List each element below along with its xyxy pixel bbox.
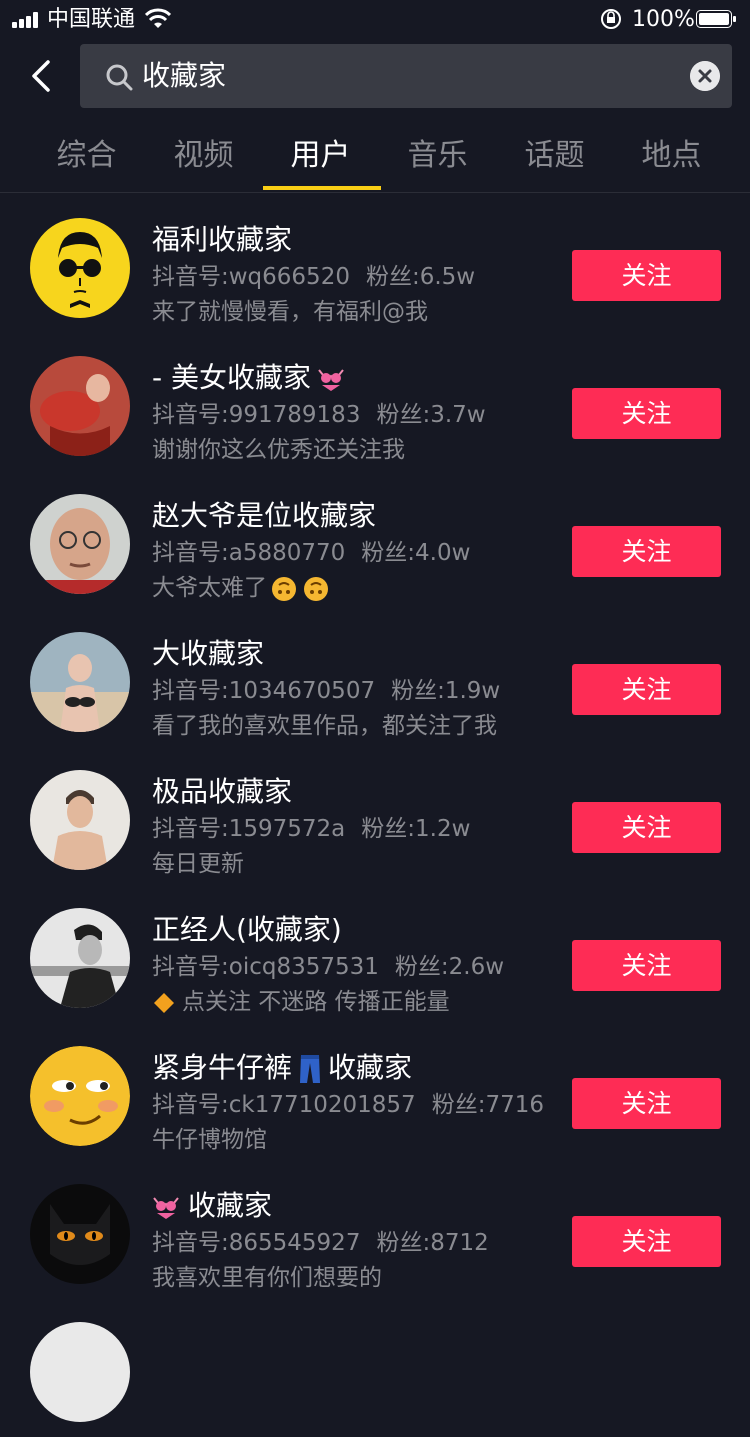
user-meta: 抖音号:ck17710201857 粉丝:7716: [152, 1092, 544, 1118]
follow-button[interactable]: 关注: [572, 388, 721, 439]
user-row[interactable]: 福利收藏家 抖音号:wq666520 粉丝:6.5w 来了就慢慢看，有福利@我 关…: [0, 196, 750, 333]
user-meta: 抖音号:oicq8357531 粉丝:2.6w: [152, 954, 505, 980]
douyin-id: 991789183: [228, 402, 361, 428]
tab-music[interactable]: 音乐: [379, 138, 496, 174]
douyin-id: oicq8357531: [228, 954, 379, 980]
status-bar: 中国联通 100%: [0, 0, 750, 40]
user-row[interactable]: - 美女收藏家 抖音号:991789183 粉丝:3.7w 谢谢你这么优秀还关注我…: [0, 334, 750, 471]
fans-count: 3.7w: [430, 402, 486, 428]
douyin-id: a5880770: [228, 540, 346, 566]
user-bio: 每日更新: [152, 851, 244, 877]
search-tabs: 综合 视频 用户 音乐 话题 地点: [0, 120, 750, 193]
clear-search-icon[interactable]: [690, 61, 720, 91]
follow-button[interactable]: 关注: [572, 526, 721, 577]
battery-icon: [696, 10, 736, 28]
follow-button[interactable]: 关注: [572, 802, 721, 853]
battery-percentage: 100%: [632, 7, 695, 32]
user-row[interactable]: 正经人(收藏家) 抖音号:oicq8357531 粉丝:2.6w 点关注 不迷路 …: [0, 886, 750, 1023]
user-bio: 看了我的喜欢里作品，都关注了我: [152, 713, 497, 739]
old-man-photo-avatar[interactable]: [30, 494, 130, 594]
follow-button[interactable]: 关注: [572, 250, 721, 301]
user-bio: 点关注 不迷路 传播正能量: [152, 987, 450, 1017]
active-tab-indicator: [263, 186, 381, 190]
follow-button[interactable]: 关注: [572, 1078, 721, 1129]
douyin-id: 1597572a: [228, 816, 346, 842]
douyin-id: ck17710201857: [228, 1092, 416, 1118]
user-meta: 抖音号:1597572a 粉丝:1.2w: [152, 816, 471, 842]
search-query: 收藏家: [142, 59, 227, 92]
red-dress-photo-avatar[interactable]: [30, 356, 130, 456]
young-man-photo-avatar[interactable]: [30, 770, 130, 870]
beach-photo-avatar[interactable]: [30, 632, 130, 732]
user-row[interactable]: 赵大爷是位收藏家 抖音号:a5880770 粉丝:4.0w 大爷太难了 关注: [0, 472, 750, 609]
black-cat-avatar[interactable]: [30, 1184, 130, 1284]
bikini-icon: [153, 1197, 179, 1219]
user-bio: 谢谢你这么优秀还关注我: [152, 437, 405, 463]
search-input[interactable]: 收藏家: [80, 44, 732, 108]
upside-down-face-icon: [272, 576, 296, 601]
fans-count: 8712: [430, 1230, 489, 1256]
bw-portrait-avatar[interactable]: [30, 908, 130, 1008]
tab-general[interactable]: 综合: [28, 138, 145, 174]
fans-count: 6.5w: [419, 264, 476, 290]
user-bio: 大爷太难了: [152, 573, 329, 603]
douyin-id: 865545927: [228, 1230, 361, 1256]
user-meta: 抖音号:a5880770 粉丝:4.0w: [152, 540, 471, 566]
user-bio: 我喜欢里有你们想要的: [152, 1265, 382, 1291]
follow-button[interactable]: 关注: [572, 940, 721, 991]
fans-count: 1.9w: [444, 678, 501, 704]
tab-videos[interactable]: 视频: [145, 138, 262, 174]
user-row[interactable]: 收藏家 抖音号:865545927 粉丝:8712 我喜欢里有你们想要的 关注: [0, 1162, 750, 1299]
fans-count: 7716: [485, 1092, 544, 1118]
fans-count: 1.2w: [415, 816, 471, 842]
user-nickname: 极品收藏家: [152, 775, 293, 808]
smirk-emoji-avatar[interactable]: [30, 1046, 130, 1146]
user-nickname: 紧身牛仔裤 收藏家: [152, 1051, 413, 1084]
rotation-lock-icon: [601, 9, 621, 29]
tab-users[interactable]: 用户: [262, 138, 379, 174]
wifi-icon: [145, 8, 171, 28]
follow-button[interactable]: 关注: [572, 1216, 721, 1267]
user-meta: 抖音号:991789183 粉丝:3.7w: [152, 402, 486, 428]
tab-places[interactable]: 地点: [613, 138, 730, 174]
avatar: [30, 1322, 130, 1422]
user-bio: 来了就慢慢看，有福利@我: [152, 299, 428, 325]
douyin-id: wq666520: [228, 264, 350, 290]
upside-down-face-icon: [304, 576, 328, 601]
user-nickname: 大收藏家: [152, 637, 265, 670]
user-row-partial: [0, 1300, 750, 1437]
user-meta: 抖音号:865545927 粉丝:8712: [152, 1230, 489, 1256]
user-bio: 牛仔博物馆: [152, 1127, 267, 1153]
fans-count: 2.6w: [448, 954, 505, 980]
orange-diamond-icon: [154, 992, 174, 1013]
signal-strength-icon: [12, 10, 44, 28]
user-nickname: 福利收藏家: [152, 223, 293, 256]
user-nickname: 收藏家: [152, 1188, 272, 1224]
user-row[interactable]: 紧身牛仔裤 收藏家 抖音号:ck17710201857 粉丝:7716 牛仔博物馆 …: [0, 1024, 750, 1161]
user-nickname: 正经人(收藏家): [152, 913, 342, 946]
follow-button[interactable]: 关注: [572, 664, 721, 715]
bikini-icon: [318, 369, 344, 391]
user-meta: 抖音号:wq666520 粉丝:6.5w: [152, 264, 476, 290]
carrier-name: 中国联通: [47, 7, 136, 32]
fans-count: 4.0w: [415, 540, 471, 566]
user-row[interactable]: 大收藏家 抖音号:1034670507 粉丝:1.9w 看了我的喜欢里作品，都关注…: [0, 610, 750, 747]
jeans-icon: [300, 1055, 321, 1083]
douyin-id: 1034670507: [228, 678, 376, 704]
user-meta: 抖音号:1034670507 粉丝:1.9w: [152, 678, 501, 704]
tab-topics[interactable]: 话题: [496, 138, 613, 174]
search-icon: [106, 64, 133, 91]
user-row[interactable]: 极品收藏家 抖音号:1597572a 粉丝:1.2w 每日更新 关注: [0, 748, 750, 885]
user-nickname: 赵大爷是位收藏家: [152, 499, 377, 532]
back-button[interactable]: [24, 54, 64, 98]
cartoon-face-avatar[interactable]: [30, 218, 130, 318]
user-nickname: - 美女收藏家: [152, 360, 345, 396]
